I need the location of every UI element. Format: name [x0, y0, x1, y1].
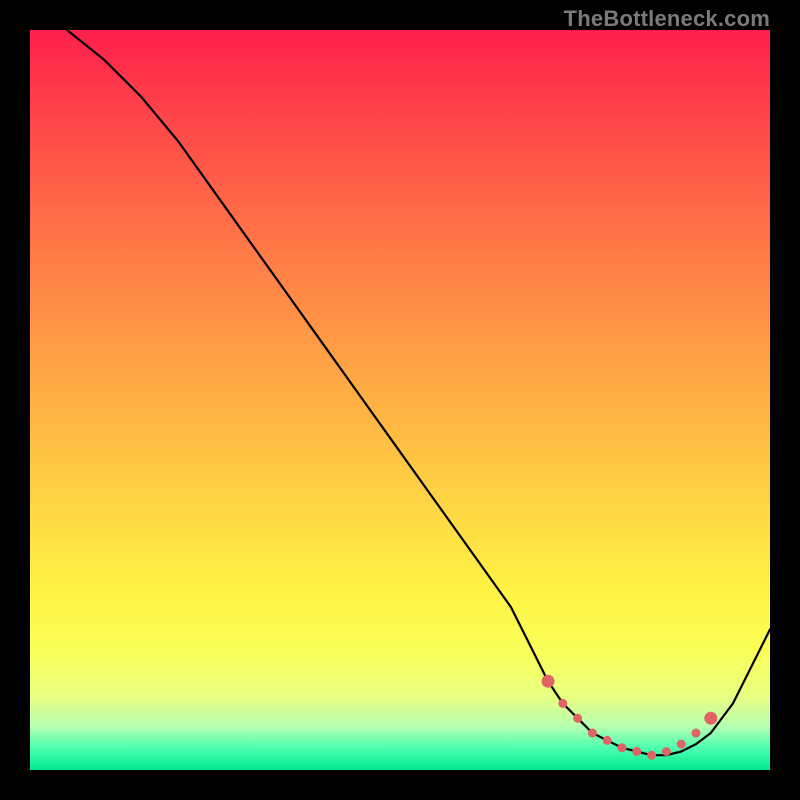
- curve-line: [67, 30, 770, 755]
- highlight-dot: [677, 740, 686, 749]
- highlight-dot: [603, 736, 612, 745]
- chart-plot-area: [30, 30, 770, 770]
- highlight-dot: [573, 714, 582, 723]
- highlight-dot: [588, 729, 597, 738]
- watermark-text: TheBottleneck.com: [564, 6, 770, 32]
- highlight-dot: [632, 747, 641, 756]
- chart-svg: [30, 30, 770, 770]
- highlight-dot: [542, 675, 555, 688]
- highlight-dot: [647, 751, 656, 760]
- highlight-dot: [662, 747, 671, 756]
- highlight-dot: [704, 712, 717, 725]
- highlight-dot: [558, 699, 567, 708]
- highlight-dot: [692, 729, 701, 738]
- highlight-dot: [618, 743, 627, 752]
